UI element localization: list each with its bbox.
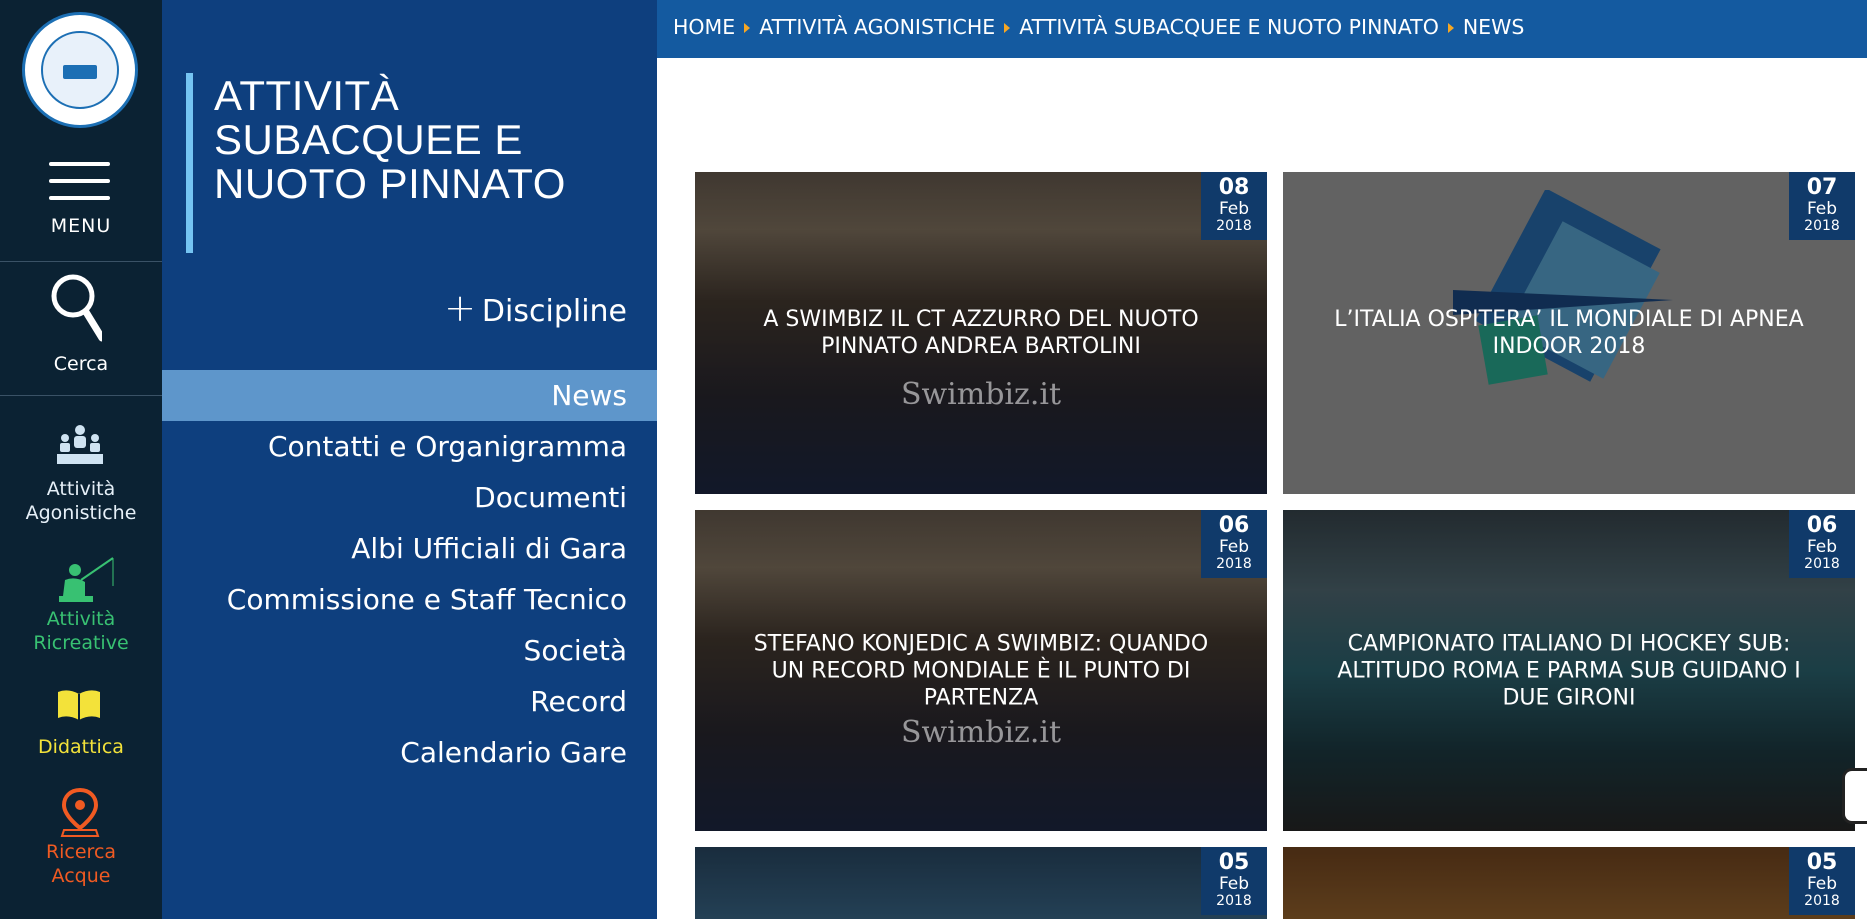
news-card[interactable]: 05 Feb 2018 [695, 847, 1267, 919]
rail-label-ricerca-acque: Ricerca Acque [0, 840, 162, 888]
rail-label-didattica: Didattica [38, 736, 124, 758]
breadcrumb: HOME ATTIVITÀ AGONISTICHE ATTIVITÀ SUBACQU… [657, 0, 1867, 58]
news-card[interactable]: Swimbiz.it A SWIMBIZ IL CT AZZURRO DEL NU… [695, 172, 1267, 494]
date-month: Feb [1806, 199, 1838, 219]
rail-label-line: Attività [46, 478, 116, 500]
logo-badge [63, 65, 97, 79]
date-month: Feb [1806, 874, 1838, 894]
rail-label-line: Ricerca [45, 841, 117, 863]
nav-item-news[interactable]: News [162, 370, 657, 421]
map-pin-icon [60, 788, 100, 837]
image-overlay [1283, 847, 1855, 919]
rail-label-line: Agonistiche [25, 502, 137, 524]
nav-item-documenti[interactable]: Documenti [162, 472, 657, 523]
date-badge: 06 Feb 2018 [1201, 510, 1267, 578]
nav-item-albi-ufficiali-di-gara[interactable]: Albi Ufficiali di Gara [162, 523, 657, 574]
image-watermark: Swimbiz.it [900, 377, 1062, 412]
date-day: 07 [1806, 175, 1838, 200]
breadcrumb-link[interactable]: NEWS [1463, 15, 1525, 39]
rail-label-ricreative: Attività Ricreative [0, 607, 162, 655]
nav-item-calendario-gare[interactable]: Calendario Gare [162, 727, 657, 778]
discipline-toggle[interactable]: + Discipline [444, 288, 627, 332]
book-icon [58, 690, 100, 720]
news-card[interactable]: L’ITALIA OSPITERA’ IL MONDIALE DI APNEA … [1283, 172, 1855, 494]
date-day: 06 [1806, 513, 1838, 538]
news-headline[interactable]: A SWIMBIZ IL CT AZZURRO DEL NUOTO PINNAT… [735, 306, 1227, 360]
breadcrumb-separator-icon [744, 23, 751, 33]
nav-item-societ-[interactable]: Società [162, 625, 657, 676]
date-badge: 07 Feb 2018 [1789, 172, 1855, 240]
page: MENU Cerca Attività Agonistiche Attività… [0, 0, 1867, 919]
date-day: 06 [1218, 513, 1250, 538]
search-icon [51, 274, 102, 342]
breadcrumb-link[interactable]: ATTIVITÀ SUBACQUEE E NUOTO PINNATO [1019, 15, 1439, 39]
nav-item-record[interactable]: Record [162, 676, 657, 727]
section-nav: News Contatti e Organigramma Documenti Albi… [162, 370, 657, 778]
date-month: Feb [1218, 199, 1250, 219]
breadcrumb-separator-icon [1004, 23, 1011, 33]
rail-label-line: Ricreative [33, 632, 129, 654]
rail-label-agonistiche: Attività Agonistiche [0, 477, 162, 525]
nav-item-contatti-e-organigramma[interactable]: Contatti e Organigramma [162, 421, 657, 472]
hamburger-icon-line [49, 196, 110, 200]
section-panel: ATTIVITÀ SUBACQUEE E NUOTO PINNATO + Disc… [162, 0, 657, 919]
news-headline[interactable]: L’ITALIA OSPITERA’ IL MONDIALE DI APNEA … [1323, 306, 1815, 360]
hamburger-icon-line [49, 179, 110, 183]
rail-label-line: Acque [51, 865, 111, 887]
date-year: 2018 [1804, 893, 1840, 909]
breadcrumb-separator-icon [1447, 23, 1454, 33]
date-year: 2018 [1804, 218, 1840, 234]
nav-item-commissione-e-staff-tecnico[interactable]: Commissione e Staff Tecnico [162, 574, 657, 625]
date-badge: 06 Feb 2018 [1789, 510, 1855, 578]
news-card[interactable]: Swimbiz.it STEFANO KONJEDIC A SWIMBIZ: QU… [695, 510, 1267, 831]
date-month: Feb [1218, 874, 1250, 894]
scroll-handle[interactable] [1842, 768, 1867, 824]
fipsas-logo[interactable] [22, 12, 138, 128]
search-label: Cerca [53, 353, 109, 375]
plus-icon: + [444, 286, 476, 330]
rail-label-line: Attività [46, 608, 116, 630]
news-card[interactable]: 05 Feb 2018 [1283, 847, 1855, 919]
date-day: 08 [1218, 175, 1250, 200]
section-title: ATTIVITÀ SUBACQUEE E NUOTO PINNATO [214, 72, 566, 207]
menu-label: MENU [50, 215, 112, 237]
date-year: 2018 [1216, 556, 1252, 572]
date-year: 2018 [1216, 218, 1252, 234]
news-headline[interactable]: CAMPIONATO ITALIANO DI HOCKEY SUB: ALTIT… [1323, 630, 1815, 711]
title-accent-bar [186, 73, 193, 253]
hamburger-icon [49, 162, 110, 166]
image-overlay [695, 847, 1267, 919]
date-badge: 05 Feb 2018 [1789, 847, 1855, 915]
date-badge: 05 Feb 2018 [1201, 847, 1267, 915]
breadcrumb-link[interactable]: HOME [673, 15, 735, 39]
date-year: 2018 [1216, 893, 1252, 909]
discipline-label: Discipline [481, 294, 627, 329]
news-headline[interactable]: STEFANO KONJEDIC A SWIMBIZ: QUANDO UN RE… [735, 630, 1227, 711]
rail-divider [0, 261, 162, 262]
breadcrumb-link[interactable]: ATTIVITÀ AGONISTICHE [759, 15, 995, 39]
rail-divider [0, 395, 162, 396]
image-watermark: Swimbiz.it [900, 715, 1062, 750]
date-year: 2018 [1804, 556, 1840, 572]
news-card[interactable]: CAMPIONATO ITALIANO DI HOCKEY SUB: ALTIT… [1283, 510, 1855, 831]
podium-icon [57, 425, 103, 464]
icon-rail: MENU Cerca Attività Agonistiche Attività… [0, 0, 162, 919]
date-day: 05 [1806, 850, 1838, 875]
date-badge: 08 Feb 2018 [1201, 172, 1267, 240]
date-month: Feb [1218, 537, 1250, 557]
date-month: Feb [1806, 537, 1838, 557]
date-day: 05 [1218, 850, 1250, 875]
fishing-icon [59, 557, 114, 602]
